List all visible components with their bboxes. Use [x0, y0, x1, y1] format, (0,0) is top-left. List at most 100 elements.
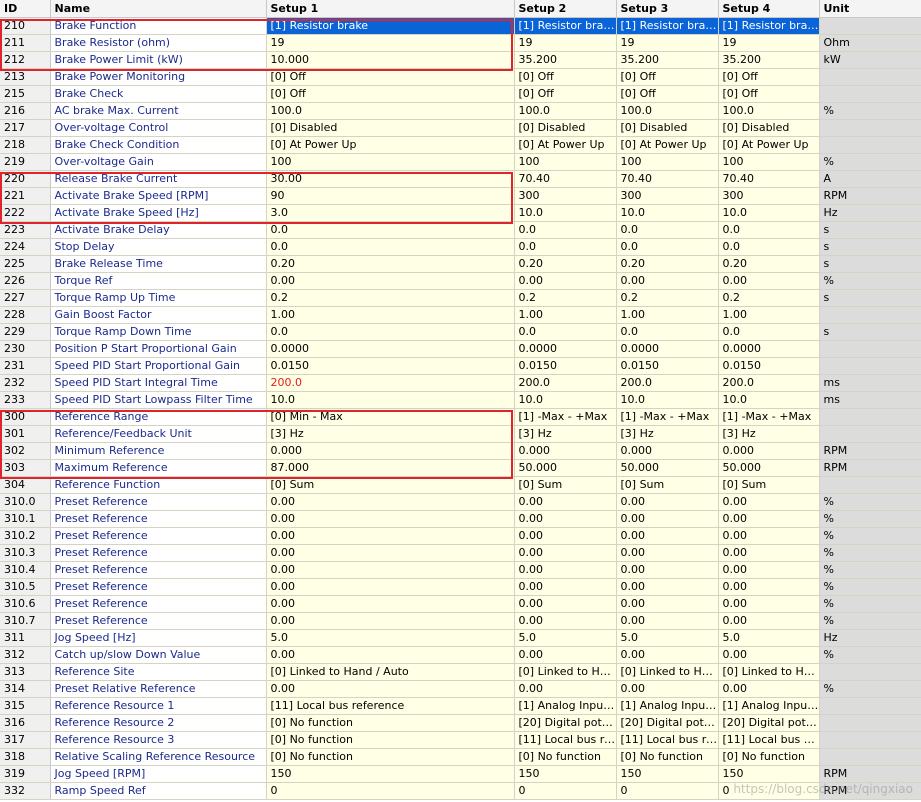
table-row[interactable]: 300 Reference Range [0] Min - Max [1] -Max …: [0, 408, 921, 426]
setup-4-value[interactable]: 100: [718, 153, 820, 171]
setup-2-value[interactable]: 0.0: [514, 323, 617, 341]
setup-1-value[interactable]: 0.00: [266, 272, 515, 290]
table-row[interactable]: 210 Brake Function [1] Resistor brake [1] R…: [0, 17, 921, 35]
setup-3-value[interactable]: 0.000: [616, 442, 719, 460]
setup-3-value[interactable]: 150: [616, 765, 719, 783]
setup-3-value[interactable]: 0.00: [616, 493, 719, 511]
setup-2-value[interactable]: [0] No function: [514, 748, 617, 766]
setup-3-value[interactable]: 300: [616, 187, 719, 205]
setup-4-value[interactable]: 0.2: [718, 289, 820, 307]
setup-3-value[interactable]: 1.00: [616, 306, 719, 324]
setup-4-value[interactable]: [1] Analog Input ...: [718, 697, 820, 715]
table-row[interactable]: 211 Brake Resistor (ohm) 19 19 19 19 Ohm: [0, 34, 921, 52]
setup-3-value[interactable]: 0.00: [616, 544, 719, 562]
setup-3-value[interactable]: [0] Off: [616, 68, 719, 86]
setup-1-value[interactable]: 0.00: [266, 646, 515, 664]
table-row[interactable]: 224 Stop Delay 0.0 0.0 0.0 0.0 s: [0, 238, 921, 256]
setup-4-value[interactable]: 0.00: [718, 680, 820, 698]
setup-1-value[interactable]: 0.00: [266, 493, 515, 511]
setup-3-value[interactable]: 0.00: [616, 680, 719, 698]
setup-3-value[interactable]: 50.000: [616, 459, 719, 477]
setup-1-value[interactable]: 90: [266, 187, 515, 205]
setup-1-value[interactable]: 0.000: [266, 442, 515, 460]
setup-1-value[interactable]: [3] Hz: [266, 425, 515, 443]
setup-3-value[interactable]: 0.00: [616, 272, 719, 290]
setup-4-value[interactable]: [0] Disabled: [718, 119, 820, 137]
setup-4-value[interactable]: 200.0: [718, 374, 820, 392]
setup-3-value[interactable]: [0] No function: [616, 748, 719, 766]
setup-2-value[interactable]: 0.00: [514, 612, 617, 630]
setup-4-value[interactable]: [0] Off: [718, 68, 820, 86]
setup-3-value[interactable]: 0.00: [616, 561, 719, 579]
setup-1-value[interactable]: [0] Sum: [266, 476, 515, 494]
setup-1-value[interactable]: 19: [266, 34, 515, 52]
setup-2-value[interactable]: 0.00: [514, 272, 617, 290]
setup-4-value[interactable]: 5.0: [718, 629, 820, 647]
setup-1-value[interactable]: 0.00: [266, 527, 515, 545]
setup-1-value[interactable]: 3.0: [266, 204, 515, 222]
setup-1-value[interactable]: 30.00: [266, 170, 515, 188]
setup-3-value[interactable]: 0.00: [616, 510, 719, 528]
setup-3-value[interactable]: 0.00: [616, 646, 719, 664]
setup-2-value[interactable]: [0] Disabled: [514, 119, 617, 137]
setup-4-value[interactable]: 0.0: [718, 238, 820, 256]
table-row[interactable]: 312 Catch up/slow Down Value 0.00 0.00 0.00 0…: [0, 646, 921, 664]
setup-3-value[interactable]: 5.0: [616, 629, 719, 647]
setup-3-value[interactable]: 19: [616, 34, 719, 52]
setup-4-value[interactable]: 10.0: [718, 204, 820, 222]
setup-4-value[interactable]: [11] Local bus ref...: [718, 731, 820, 749]
setup-2-value[interactable]: 10.0: [514, 204, 617, 222]
setup-1-value[interactable]: [0] Off: [266, 68, 515, 86]
setup-1-value[interactable]: 0.00: [266, 510, 515, 528]
col-header-setup-1[interactable]: Setup 1: [266, 0, 515, 18]
setup-1-value[interactable]: 0.00: [266, 680, 515, 698]
setup-3-value[interactable]: [0] Linked to Han...: [616, 663, 719, 681]
setup-4-value[interactable]: [0] At Power Up: [718, 136, 820, 154]
setup-4-value[interactable]: 150: [718, 765, 820, 783]
table-row[interactable]: 313 Reference Site [0] Linked to Hand / Au…: [0, 663, 921, 681]
table-row[interactable]: 319 Jog Speed [RPM] 150 150 150 150 RPM: [0, 765, 921, 783]
table-row[interactable]: 311 Jog Speed [Hz] 5.0 5.0 5.0 5.0 Hz: [0, 629, 921, 647]
table-row[interactable]: 304 Reference Function [0] Sum [0] Sum [0] S…: [0, 476, 921, 494]
setup-3-value[interactable]: 10.0: [616, 204, 719, 222]
setup-3-value[interactable]: [1] Resistor brake: [616, 17, 719, 35]
table-row[interactable]: 310.3 Preset Reference 0.00 0.00 0.00 0.00%: [0, 544, 921, 562]
setup-2-value[interactable]: [0] At Power Up: [514, 136, 617, 154]
setup-2-value[interactable]: 300: [514, 187, 617, 205]
setup-4-value[interactable]: 0.00: [718, 272, 820, 290]
setup-4-value[interactable]: [20] Digital pot.m...: [718, 714, 820, 732]
setup-4-value[interactable]: 0.0: [718, 323, 820, 341]
setup-4-value[interactable]: 0.20: [718, 255, 820, 273]
setup-4-value[interactable]: 0.00: [718, 595, 820, 613]
setup-1-value[interactable]: [0] Off: [266, 85, 515, 103]
setup-2-value[interactable]: 0.00: [514, 595, 617, 613]
setup-2-value[interactable]: [0] Linked to Han...: [514, 663, 617, 681]
setup-4-value[interactable]: 0.0000: [718, 340, 820, 358]
setup-4-value[interactable]: 35.200: [718, 51, 820, 69]
setup-4-value[interactable]: 0.00: [718, 561, 820, 579]
setup-4-value[interactable]: [3] Hz: [718, 425, 820, 443]
table-row[interactable]: 315 Reference Resource 1 [11] Local bus re…: [0, 697, 921, 715]
setup-3-value[interactable]: 0: [616, 782, 719, 800]
setup-2-value[interactable]: 0.20: [514, 255, 617, 273]
setup-3-value[interactable]: 100: [616, 153, 719, 171]
setup-2-value[interactable]: 0.00: [514, 493, 617, 511]
table-row[interactable]: 215 Brake Check [0] Off [0] Off [0] Off [0] O…: [0, 85, 921, 103]
setup-4-value[interactable]: 0.00: [718, 493, 820, 511]
setup-1-value[interactable]: [1] Resistor brake: [266, 17, 515, 35]
col-header-setup-4[interactable]: Setup 4: [718, 0, 820, 18]
setup-2-value[interactable]: 0.0: [514, 221, 617, 239]
setup-1-value[interactable]: 10.0: [266, 391, 515, 409]
setup-3-value[interactable]: 0.0: [616, 323, 719, 341]
table-row[interactable]: 225 Brake Release Time 0.20 0.20 0.20 0.20 s: [0, 255, 921, 273]
setup-2-value[interactable]: 100.0: [514, 102, 617, 120]
setup-2-value[interactable]: [1] Resistor brake: [514, 17, 617, 35]
setup-3-value[interactable]: 70.40: [616, 170, 719, 188]
setup-1-value[interactable]: [0] Linked to Hand / Auto: [266, 663, 515, 681]
setup-3-value[interactable]: [1] Analog Input ...: [616, 697, 719, 715]
setup-1-value[interactable]: [0] Min - Max: [266, 408, 515, 426]
col-header-setup-2[interactable]: Setup 2: [514, 0, 617, 18]
setup-3-value[interactable]: 0.00: [616, 578, 719, 596]
setup-1-value[interactable]: [0] No function: [266, 731, 515, 749]
table-row[interactable]: 317 Reference Resource 3 [0] No function [1…: [0, 731, 921, 749]
